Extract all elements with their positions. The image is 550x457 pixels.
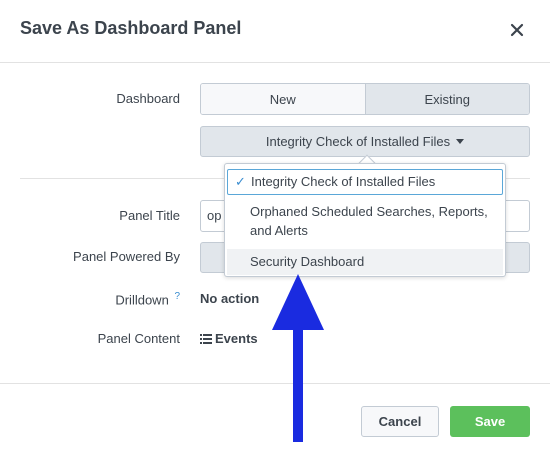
panel-powered-by-label: Panel Powered By <box>73 249 180 264</box>
drilldown-label: Drilldown ? <box>115 291 180 307</box>
panel-content-text: Events <box>215 331 258 346</box>
dashboard-segmented-control: New Existing <box>200 83 530 115</box>
close-icon[interactable] <box>507 20 527 40</box>
panel-title-label: Panel Title <box>119 208 180 223</box>
new-dashboard-button[interactable]: New <box>201 84 365 114</box>
existing-dashboard-button[interactable]: Existing <box>364 84 529 114</box>
annotation-arrow-icon <box>272 274 324 442</box>
dialog-header: Save As Dashboard Panel <box>0 0 550 63</box>
dialog-title: Save As Dashboard Panel <box>20 18 242 38</box>
caret-down-icon <box>456 139 465 144</box>
dropdown-item-integrity-check[interactable]: ✓ Integrity Check of Installed Files <box>227 169 503 195</box>
help-icon[interactable]: ? <box>174 291 180 302</box>
dashboard-select[interactable]: Integrity Check of Installed Files <box>200 126 530 157</box>
panel-content-label: Panel Content <box>97 331 180 346</box>
dashboard-dropdown-menu: ✓ Integrity Check of Installed Files Orp… <box>224 163 506 277</box>
cancel-button[interactable]: Cancel <box>361 406 439 437</box>
drilldown-label-text: Drilldown <box>115 292 169 308</box>
drilldown-value: No action <box>200 291 260 306</box>
dropdown-item-label: Security Dashboard <box>250 254 365 269</box>
dashboard-label: Dashboard <box>116 91 180 106</box>
list-icon <box>200 334 212 344</box>
dropdown-item-orphaned-searches[interactable]: Orphaned Scheduled Searches, Reports, an… <box>227 202 503 240</box>
dropdown-item-label: Orphaned Scheduled Searches, Reports, an… <box>250 204 488 238</box>
dropdown-item-security-dashboard[interactable]: Security Dashboard <box>227 249 503 275</box>
dashboard-select-value: Integrity Check of Installed Files <box>265 134 451 149</box>
save-button[interactable]: Save <box>450 406 530 437</box>
dropdown-item-label: Integrity Check of Installed Files <box>251 174 436 189</box>
panel-content-value: Events <box>200 331 258 346</box>
check-icon: ✓ <box>235 174 246 189</box>
